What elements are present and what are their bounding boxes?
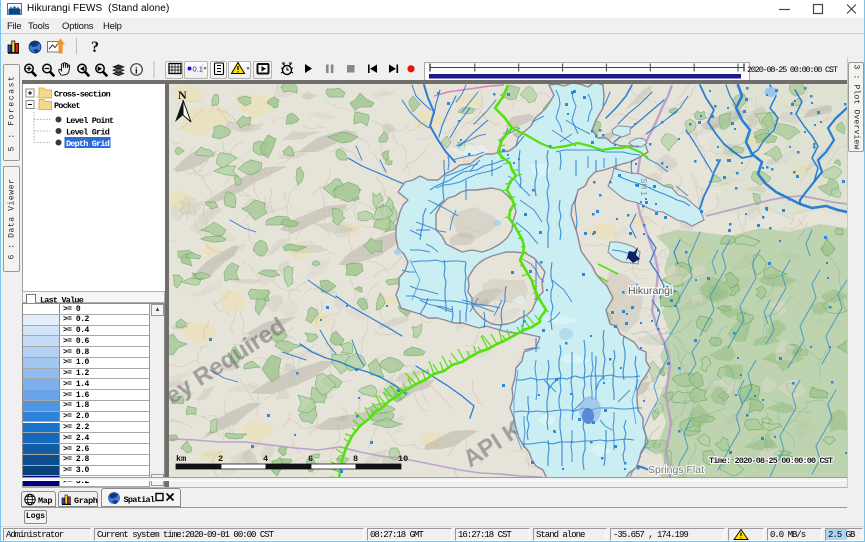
svg-text:SH 1: SH 1 — [639, 178, 648, 196]
svg-text:4: 4 — [263, 454, 268, 464]
svg-text:Depth Grid: Depth Grid — [66, 139, 110, 149]
svg-text:N: N — [178, 88, 187, 102]
svg-text:?: ? — [91, 39, 99, 56]
svg-text:Springs Flat: Springs Flat — [648, 464, 704, 476]
svg-text:Hikurangi: Hikurangi — [628, 285, 672, 297]
svg-text:Pocket: Pocket — [54, 101, 81, 111]
svg-text:2: 2 — [218, 454, 223, 464]
svg-text:8: 8 — [353, 454, 358, 464]
svg-text:2020-08-25 00:00:00 CST: 2020-08-25 00:00:00 CST — [747, 65, 838, 75]
svg-text:Cross-section: Cross-section — [54, 90, 111, 100]
svg-text:Level Point: Level Point — [66, 116, 114, 126]
svg-text:10: 10 — [398, 454, 408, 464]
svg-text:km: km — [176, 454, 186, 464]
svg-text:Level Grid: Level Grid — [66, 128, 110, 138]
svg-text:Spatial: Spatial — [124, 495, 155, 505]
svg-text:0.1: 0.1 — [193, 65, 203, 74]
svg-text:6: 6 — [308, 454, 313, 464]
svg-text:Time: 2020-08-25 00:00:00 CST: Time: 2020-08-25 00:00:00 CST — [709, 456, 833, 466]
svg-text:Graph: Graph — [74, 496, 98, 506]
svg-text:Map: Map — [38, 496, 52, 506]
svg-text:i: i — [135, 67, 138, 77]
